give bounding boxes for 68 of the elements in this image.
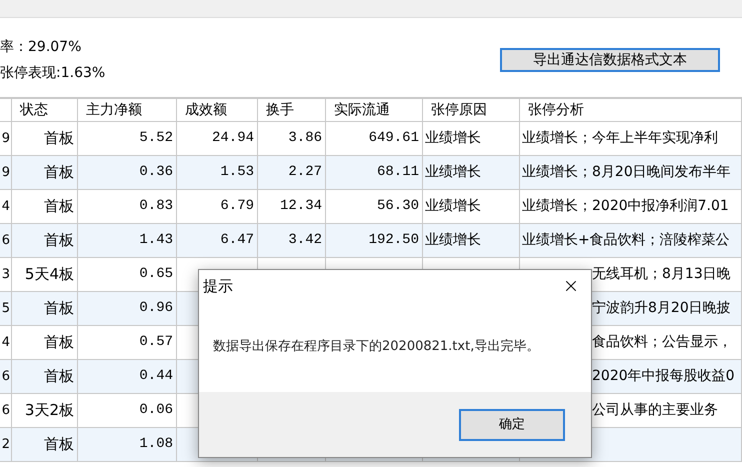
- status-cell-text: 3天2板: [24, 400, 74, 422]
- table-cell-text: 9: [2, 164, 10, 182]
- performance-text: 张停表现:1.63%: [0, 64, 106, 83]
- analysis-cell-text: 业绩增长；今年上半年实现净利: [522, 129, 718, 148]
- status-cell-text: 首板: [44, 298, 74, 320]
- column-header[interactable]: 换手: [258, 99, 326, 121]
- table-cell-text: 1.53: [220, 163, 254, 182]
- status-cell-text: 首板: [44, 332, 74, 354]
- table-cell-text: 1.43: [139, 231, 173, 250]
- table-cell-text: 6: [2, 232, 10, 250]
- status-cell-text: 首板: [44, 434, 74, 456]
- table-cell-text: 6.79: [220, 197, 254, 216]
- column-header[interactable]: 张停原因: [423, 99, 520, 121]
- table-cell-text: 0.06: [139, 401, 173, 420]
- status-cell-text: 首板: [44, 196, 74, 218]
- table-cell-text: 24.94: [212, 129, 254, 148]
- reason-cell-text: 业绩增长: [425, 163, 481, 182]
- table-cell-text: 0.65: [139, 265, 173, 284]
- table-cell-text: 6.47: [220, 231, 254, 250]
- table-cell-text: 5: [2, 300, 10, 318]
- reason-cell-text: 业绩增长: [425, 129, 481, 148]
- status-cell-text: 首板: [44, 366, 74, 388]
- table-cell-text: 649.61: [368, 129, 419, 148]
- column-header[interactable]: 实际流通: [326, 99, 423, 121]
- status-cell-text: 首板: [44, 230, 74, 252]
- analysis-cell-text: 业绩增长+食品饮料；涪陵榨菜公: [522, 231, 730, 250]
- table-cell-text: 3.86: [288, 129, 322, 148]
- analysis-cell-text: 2020年中报每股收益0: [592, 367, 735, 386]
- dialog-message: 数据导出保存在程序目录下的20200821.txt,导出完毕。: [213, 338, 540, 356]
- analysis-cell-text: 无线耳机；8月13日晚: [592, 265, 731, 284]
- table-cell-text: 0.96: [139, 299, 173, 318]
- reason-cell-text: 业绩增长: [425, 197, 481, 216]
- export-button[interactable]: 导出通达信数据格式文本: [500, 48, 720, 72]
- table-cell-text: 12.34: [280, 197, 322, 216]
- status-cell-text: 首板: [44, 128, 74, 150]
- column-header[interactable]: 状态: [12, 99, 78, 121]
- table-cell-text: 5.52: [139, 129, 173, 148]
- analysis-cell-text: 业绩增长；2020中报净利润7.01: [522, 197, 729, 216]
- table-cell-text: 56.30: [376, 197, 419, 216]
- analysis-cell-text: 业绩增长；8月20日晚间发布半年: [522, 163, 731, 182]
- column-header[interactable]: 成效额: [177, 99, 258, 121]
- table-cell-text: 192.50: [368, 231, 419, 250]
- column-header[interactable]: 张停分析: [520, 99, 742, 121]
- table-cell-text: 2.27: [288, 163, 322, 182]
- ok-button[interactable]: 确定: [459, 408, 565, 440]
- analysis-cell-text: 食品饮料；公告显示，: [592, 333, 732, 352]
- table-cell-text: 0.44: [139, 367, 173, 386]
- table-cell-text: 9: [2, 130, 10, 148]
- status-cell-text: 5天4板: [24, 264, 74, 286]
- table-cell-text: 68.11: [376, 163, 419, 182]
- table-cell-text: 0.36: [139, 163, 173, 182]
- analysis-cell-text: 公司从事的主要业务: [592, 401, 718, 420]
- table-cell-text: 2: [2, 436, 10, 454]
- column-header[interactable]: 主力净额: [78, 99, 177, 121]
- table-cell-text: 6: [2, 368, 10, 386]
- table-cell-text: 4: [2, 334, 10, 352]
- table-cell-text: 1.08: [139, 435, 173, 454]
- table-cell-text: 0.83: [139, 197, 173, 216]
- status-cell-text: 首板: [44, 162, 74, 184]
- analysis-cell-text: 宁波韵升8月20日晚披: [592, 299, 731, 318]
- dialog-title: 提示: [203, 276, 233, 297]
- reason-cell-text: 业绩增长: [425, 231, 481, 250]
- table-cell-text: 3.42: [288, 231, 322, 250]
- table-cell-text: 3: [2, 266, 10, 284]
- table-cell-text: 0.57: [139, 333, 173, 352]
- rate-text: 率：29.07%: [0, 38, 82, 57]
- table-cell-text: 4: [2, 198, 10, 216]
- table-cell-text: 6: [2, 402, 10, 420]
